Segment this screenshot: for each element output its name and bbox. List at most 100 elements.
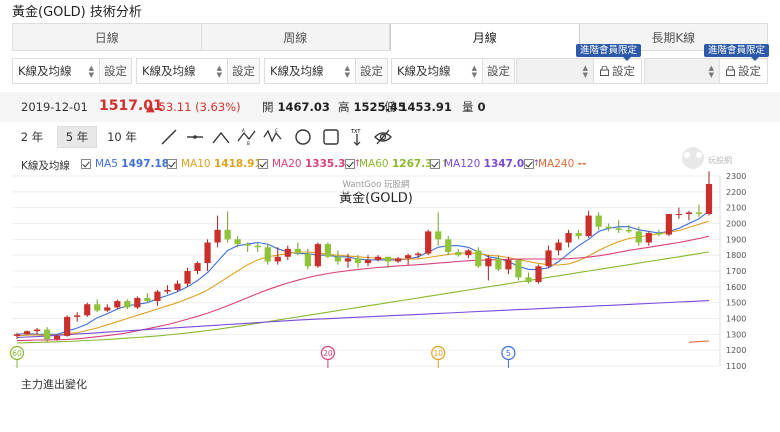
candle xyxy=(264,244,271,265)
locked-select-1[interactable]: ▲ ▼ xyxy=(516,58,594,84)
ma60-name: MA60 xyxy=(359,158,389,170)
locked-settings-label: 設定 xyxy=(612,64,635,78)
candle-body xyxy=(665,214,672,235)
candle xyxy=(84,302,91,317)
period-marker: 10 xyxy=(431,345,446,368)
high-label: 高 xyxy=(338,100,350,114)
candle xyxy=(74,312,81,322)
candle xyxy=(475,247,482,268)
candle-body xyxy=(515,259,522,278)
hide-drawings-icon[interactable] xyxy=(372,126,394,148)
indicator-group-1: K線及均線 ▲ ▼ 設定 xyxy=(12,58,132,84)
tab-daily[interactable]: 日線 xyxy=(13,24,202,51)
triangle-pattern-icon[interactable] xyxy=(210,126,232,148)
candle-body xyxy=(224,229,231,240)
rectangle-icon[interactable] xyxy=(320,126,342,148)
abcd-pattern-icon[interactable]: AB xyxy=(236,126,258,148)
settings-button-1[interactable]: 設定 xyxy=(100,58,132,84)
candle-body xyxy=(435,231,442,240)
checkbox-icon[interactable] xyxy=(430,159,440,169)
tab-weekly[interactable]: 周線 xyxy=(201,24,390,51)
circle-icon[interactable] xyxy=(292,126,314,148)
candle xyxy=(515,259,522,281)
legend-ma5[interactable]: MA5 1497.18↑ xyxy=(81,158,178,170)
y-tick-label: 2300 xyxy=(726,172,746,181)
candle xyxy=(595,212,602,230)
ma240-name: MA240 xyxy=(538,158,575,170)
checkbox-icon[interactable] xyxy=(81,159,91,169)
locked-settings-button-2[interactable]: 設定 xyxy=(720,58,768,84)
checkbox-icon[interactable] xyxy=(258,159,268,169)
candle-body xyxy=(13,334,21,336)
indicator-select-3[interactable]: K線及均線 ▲ ▼ xyxy=(264,58,356,84)
candle-body xyxy=(655,233,662,235)
brand-logo: 玩股網 xyxy=(682,147,732,169)
period-marker-label: 60 xyxy=(12,349,22,358)
candle-body xyxy=(334,256,342,262)
checkbox-icon[interactable] xyxy=(167,159,177,169)
locked-select-2[interactable]: ▲ ▼ xyxy=(644,58,720,84)
quote-bar: 2019-12-01 1517.01 ▲ 53.11 (3.63%) 開 1467… xyxy=(0,92,780,122)
checkbox-icon[interactable] xyxy=(345,159,355,169)
vip-only-badge: 進階會員限定 xyxy=(576,44,642,61)
candle xyxy=(374,255,382,262)
candle-body xyxy=(244,244,251,246)
candle xyxy=(605,223,612,232)
candle xyxy=(194,261,201,275)
candle-body xyxy=(23,331,31,335)
y-tick-label: 1500 xyxy=(726,299,746,308)
candle-body xyxy=(314,244,321,267)
ma5-value: 1497.18 xyxy=(121,158,170,170)
candle xyxy=(224,211,231,243)
page-title: 黃金(GOLD) 技術分析 xyxy=(12,5,142,20)
range-2y-button[interactable]: 2 年 xyxy=(12,126,52,148)
legend-ma240[interactable]: MA240 -- xyxy=(524,158,586,170)
settings-button-4[interactable]: 設定 xyxy=(483,58,515,84)
candle-body xyxy=(154,291,161,302)
settings-button-3[interactable]: 設定 xyxy=(356,58,388,84)
candle-body xyxy=(425,231,432,254)
y-tick-label: 1900 xyxy=(726,235,746,244)
period-marker: 20 xyxy=(320,345,335,368)
range-5y-button[interactable]: 5 年 xyxy=(57,126,97,148)
period-marker: 5 xyxy=(501,345,516,368)
candle-body xyxy=(405,255,412,259)
horizontal-line-icon[interactable] xyxy=(184,126,206,148)
quote-low: 低 1453.91 xyxy=(384,99,452,115)
candle-body xyxy=(394,258,402,262)
indicator-select-4[interactable]: K線及均線 ▲ ▼ xyxy=(391,58,483,84)
candle xyxy=(154,290,161,306)
indicator-select-1[interactable]: K線及均線 ▲ ▼ xyxy=(12,58,100,84)
indicator-selectors: K線及均線 ▲ ▼ 設定 K線及均線 ▲ ▼ 設定 K線及均線 ▲ ▼ 設定 K線及均線 ▲ ▼… xyxy=(12,44,770,84)
low-value: 1453.91 xyxy=(399,100,452,114)
candle xyxy=(535,264,542,284)
indicator-select-2[interactable]: K線及均線 ▲ ▼ xyxy=(136,58,228,84)
page-root: 黃金(GOLD) 技術分析 日線 周線 月線 長期K線 K線及均線 ▲ ▼ 設定 K… xyxy=(0,0,780,432)
settings-button-2[interactable]: 設定 xyxy=(228,58,260,84)
candle xyxy=(545,245,552,268)
text-annotation-icon[interactable]: TXT xyxy=(346,126,368,148)
xabcd-pattern-icon[interactable]: C xyxy=(262,126,284,148)
candle-body xyxy=(685,212,693,214)
candle-body xyxy=(485,258,492,267)
trend-line-icon[interactable] xyxy=(158,126,180,148)
price-chart[interactable]: WantGoo 玩股網 黃金(GOLD) 玩股網 1100 1200 1300 140… xyxy=(0,147,780,372)
quote-date: 2019-12-01 xyxy=(21,100,88,114)
candle-body xyxy=(605,226,612,229)
candle-body xyxy=(495,258,502,270)
indicator-group-5: ▲ ▼ 設定 進階會員限定 xyxy=(516,44,642,84)
range-10y-button[interactable]: 10 年 xyxy=(102,126,142,148)
legend-ma10[interactable]: MA10 1418.91↑ xyxy=(167,158,270,170)
indicator-group-2: K線及均線 ▲ ▼ 設定 xyxy=(136,58,260,84)
locked-settings-button-1[interactable]: 設定 xyxy=(594,58,642,84)
candle-body xyxy=(565,233,572,243)
open-label: 開 xyxy=(262,100,274,114)
checkbox-icon[interactable] xyxy=(524,159,534,169)
tab-monthly[interactable]: 月線 xyxy=(390,24,580,51)
candle xyxy=(394,256,402,264)
lock-icon xyxy=(726,66,735,76)
svg-text:B: B xyxy=(247,141,250,146)
ma-line-ma5 xyxy=(16,210,710,335)
candlestick-chart-svg[interactable]: WantGoo 玩股網 黃金(GOLD) 玩股網 1100 1200 1300 140… xyxy=(0,147,780,372)
candle-body xyxy=(264,247,271,262)
